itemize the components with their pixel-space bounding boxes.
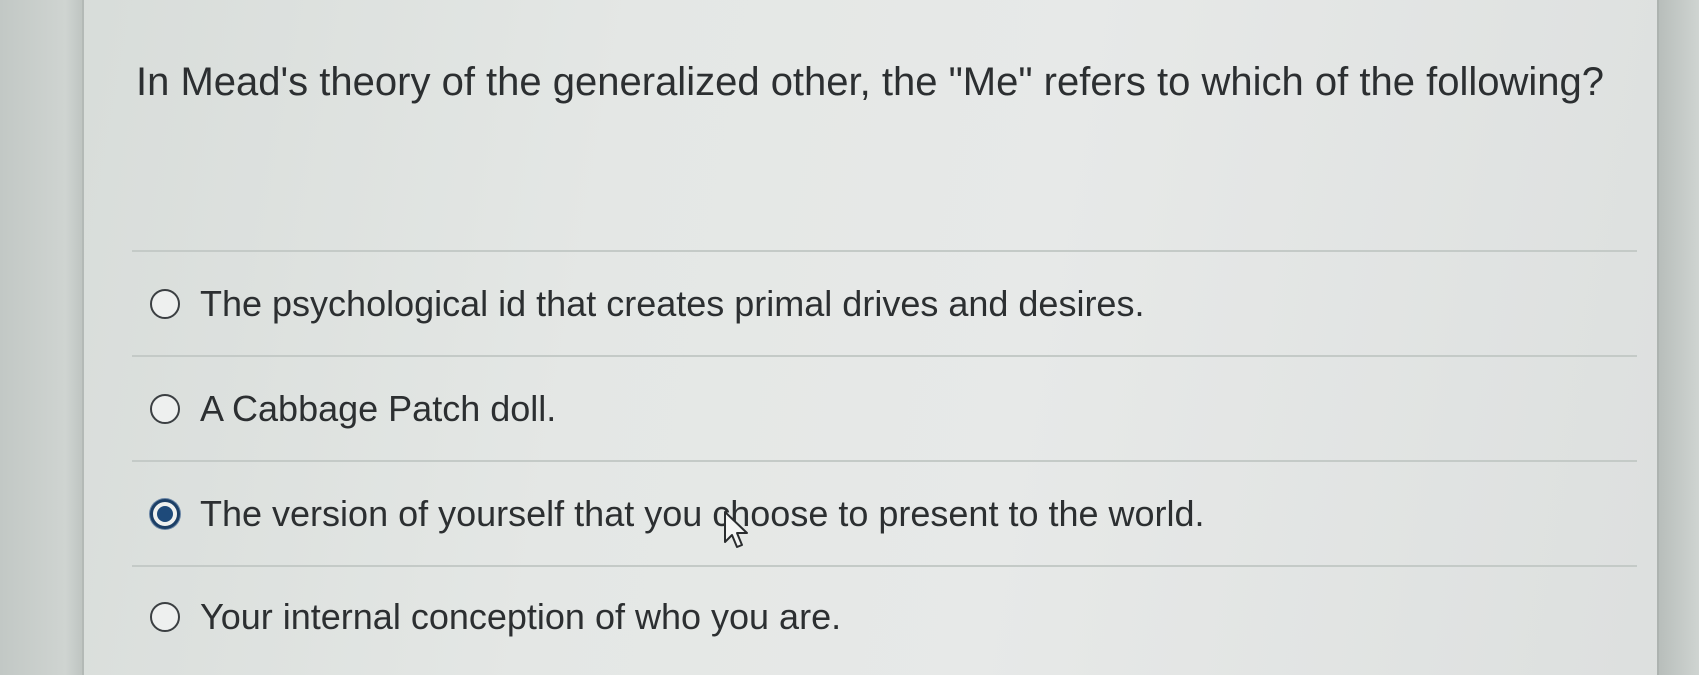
answer-options: The psychological id that creates primal… — [132, 250, 1637, 667]
radio-button-selected[interactable] — [150, 498, 180, 529]
option-3[interactable]: The version of yourself that you choose … — [132, 460, 1637, 565]
option-label[interactable]: A Cabbage Patch doll. — [200, 388, 556, 430]
radio-button[interactable] — [150, 602, 180, 632]
right-margin — [1657, 0, 1699, 675]
option-label[interactable]: The version of yourself that you choose … — [200, 493, 1205, 535]
option-label[interactable]: Your internal conception of who you are. — [200, 596, 841, 638]
option-1[interactable]: The psychological id that creates primal… — [132, 250, 1637, 355]
question-card: In Mead's theory of the generalized othe… — [84, 0, 1657, 675]
screen: In Mead's theory of the generalized othe… — [0, 0, 1699, 675]
radio-button[interactable] — [150, 393, 180, 424]
left-margin — [0, 0, 84, 675]
radio-button[interactable] — [150, 288, 180, 319]
option-4[interactable]: Your internal conception of who you are. — [132, 565, 1637, 667]
option-2[interactable]: A Cabbage Patch doll. — [132, 355, 1637, 460]
question-text: In Mead's theory of the generalized othe… — [136, 60, 1604, 104]
option-label[interactable]: The psychological id that creates primal… — [200, 283, 1144, 325]
